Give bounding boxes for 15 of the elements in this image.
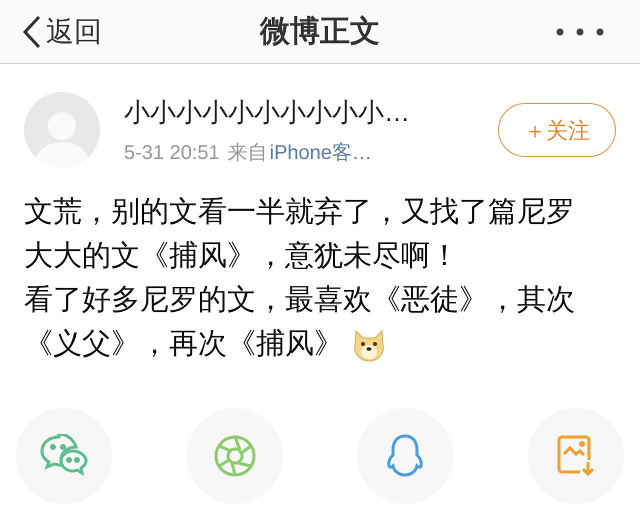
author-name[interactable]: 小小小小小小小小小小… (124, 92, 498, 132)
more-icon (556, 28, 604, 36)
back-button[interactable]: 返回 (22, 10, 102, 52)
aperture-icon (212, 434, 257, 478)
post-text: 看了好多尼罗的文，最喜欢《恶徒》，其次《义父》，再次《捕风》 (24, 278, 596, 366)
save-image-icon (556, 434, 596, 478)
dog-face-icon (351, 327, 387, 364)
source-prefix: 来自 (228, 140, 268, 166)
post-time: 5-31 20:51 (124, 140, 220, 166)
page-title: 微博正文 (260, 14, 380, 50)
post-text: 文荒，别的文看一半就弃了，又找了篇尼罗大大的文《捕风》，意犹未尽啊！ (24, 195, 576, 274)
source-link[interactable]: iPhone客… (270, 138, 372, 168)
chevron-left-icon (22, 14, 42, 48)
chat-bubbles-icon (39, 434, 89, 478)
penguin-icon (385, 433, 426, 479)
